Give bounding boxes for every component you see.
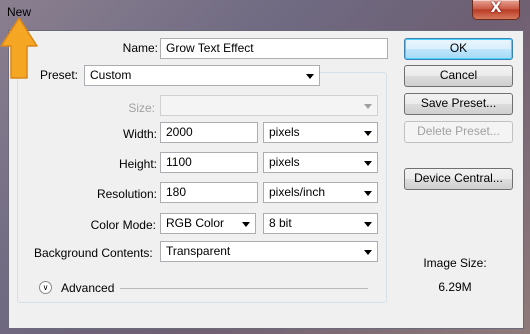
close-icon: X — [490, 0, 502, 16]
name-label: Name: — [122, 41, 158, 55]
device-central-button[interactable]: Device Central... — [404, 168, 513, 190]
color-mode-select[interactable]: RGB Color — [160, 213, 256, 234]
close-button[interactable]: X — [472, 0, 520, 20]
cancel-button[interactable]: Cancel — [404, 65, 513, 87]
ok-button[interactable]: OK — [404, 38, 513, 60]
size-label: Size: — [128, 101, 155, 115]
delete-preset-button: Delete Preset... — [404, 121, 513, 143]
width-label: Width: — [122, 127, 157, 141]
advanced-divider — [120, 288, 368, 289]
height-input[interactable]: 1100 — [160, 152, 258, 173]
preset-select[interactable]: Custom — [84, 65, 320, 86]
size-select — [160, 95, 378, 116]
chevron-down-icon — [364, 222, 372, 227]
chevron-down-icon — [306, 74, 314, 79]
chevron-down-icon — [242, 222, 250, 227]
dialog-window: New X Name: Grow Text Effect Preset: Cus… — [0, 0, 530, 334]
background-contents-select[interactable]: Transparent — [160, 241, 378, 262]
name-input[interactable]: Grow Text Effect — [160, 38, 388, 59]
height-label: Height: — [118, 157, 157, 171]
save-preset-button[interactable]: Save Preset... — [404, 93, 513, 115]
resolution-unit-value: pixels/inch — [269, 185, 326, 199]
background-contents-value: Transparent — [166, 244, 231, 258]
chevron-down-icon — [364, 191, 372, 196]
chevron-down-icon — [364, 131, 372, 136]
width-input[interactable]: 2000 — [160, 122, 258, 143]
resolution-input[interactable]: 180 — [160, 182, 258, 203]
up-arrow-icon — [0, 17, 38, 79]
resolution-unit-select[interactable]: pixels/inch — [263, 182, 378, 203]
bit-depth-value: 8 bit — [269, 216, 292, 230]
image-size-label: Image Size: — [423, 256, 487, 270]
chevron-down-icon — [364, 104, 372, 109]
chevron-down-icon — [364, 250, 372, 255]
width-unit-select[interactable]: pixels — [263, 122, 378, 143]
bit-depth-select[interactable]: 8 bit — [263, 213, 378, 234]
preset-value: Custom — [90, 68, 132, 82]
title-bar[interactable]: New X — [0, 0, 530, 24]
chevron-down-icon — [364, 161, 372, 166]
image-size-value: 6.29M — [438, 280, 472, 294]
color-mode-value: RGB Color — [166, 216, 225, 230]
advanced-label[interactable]: Advanced — [61, 281, 114, 295]
width-unit-value: pixels — [269, 125, 300, 139]
resolution-label: Resolution: — [96, 187, 157, 201]
background-contents-label: Background Contents: — [34, 246, 153, 260]
advanced-expand-icon[interactable]: ∨ — [39, 281, 52, 294]
color-mode-label: Color Mode: — [90, 218, 156, 232]
height-unit-select[interactable]: pixels — [263, 152, 378, 173]
height-unit-value: pixels — [269, 155, 300, 169]
